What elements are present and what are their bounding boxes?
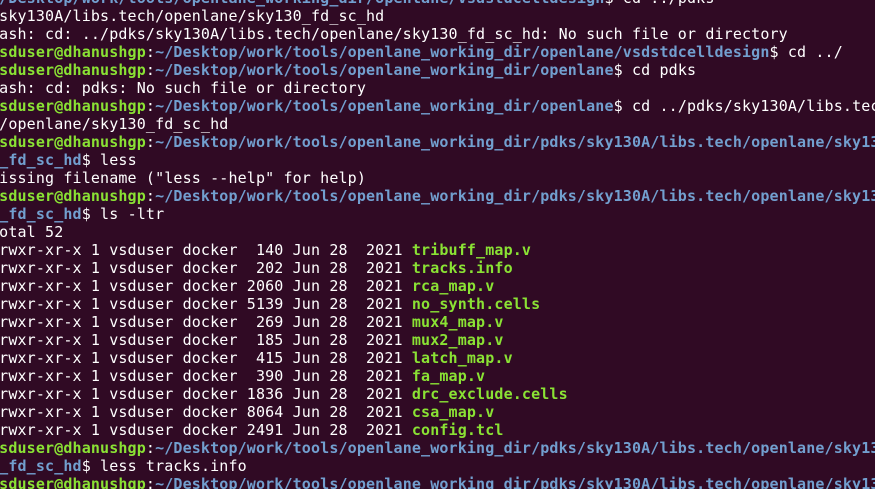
prompt-line: vsduser@dhanushgp:~/Desktop/work/tools/o… — [0, 133, 875, 151]
output-text: h/openlane/sky130_fd_sc_hd — [0, 115, 229, 133]
prompt-path: ~/Desktop/work/tools/openlane_working_di… — [155, 43, 770, 61]
file-listing-row: -rwxr-xr-x 1 vsduser docker 2060 Jun 28 … — [0, 277, 875, 295]
prompt-separator: : — [145, 61, 156, 79]
prompt-line: vsduser@dhanushgp:~/Desktop/work/tools/o… — [0, 187, 875, 205]
file-name: latch_map.v — [411, 349, 513, 367]
prompt-path: 0_fd_sc_hd — [0, 457, 82, 475]
file-metadata: -rwxr-xr-x 1 vsduser docker 2060 Jun 28 … — [0, 277, 412, 295]
prompt-user-host: vsduser@dhanushgp — [0, 43, 146, 61]
file-name: drc_exclude.cells — [411, 385, 568, 403]
output-line: bash: cd: ../pdks/sky130A/libs.tech/open… — [0, 25, 875, 43]
prompt-user-host: vsduser@dhanushgp — [0, 439, 146, 457]
prompt-path: ~/Desktop/work/tools/openlane_working_di… — [155, 475, 875, 489]
file-listing-row: -rwxr-xr-x 1 vsduser docker 140 Jun 28 2… — [0, 241, 875, 259]
output-text: bash: cd: pdks: No such file or director… — [0, 79, 367, 97]
terminal-output: ~/Desktop/work/tools/openlane_working_di… — [0, 0, 875, 489]
prompt-user-host: vsduser@dhanushgp — [0, 475, 146, 489]
file-listing-row: -rwxr-xr-x 1 vsduser docker 5139 Jun 28 … — [0, 295, 875, 313]
file-name: config.tcl — [411, 421, 504, 439]
file-listing-row: -rwxr-xr-x 1 vsduser docker 390 Jun 28 2… — [0, 367, 875, 385]
prompt-line: 0_fd_sc_hd$ less tracks.info — [0, 457, 875, 475]
output-line: total 52 — [0, 223, 875, 241]
file-name: tracks.info — [411, 259, 513, 277]
file-listing-row: -rwxr-xr-x 1 vsduser docker 415 Jun 28 2… — [0, 349, 875, 367]
output-line: Missing filename ("less --help" for help… — [0, 169, 875, 187]
file-metadata: -rwxr-xr-x 1 vsduser docker 8064 Jun 28 … — [0, 403, 412, 421]
prompt-user-host: vsduser@dhanushgp — [0, 133, 146, 151]
output-text: Missing filename ("less --help" for help… — [0, 169, 367, 187]
prompt-separator: : — [145, 439, 156, 457]
file-metadata: -rwxr-xr-x 1 vsduser docker 140 Jun 28 2… — [0, 241, 412, 259]
output-line: bash: cd: pdks: No such file or director… — [0, 79, 875, 97]
prompt-path: ~/Desktop/work/tools/openlane_working_di… — [155, 439, 875, 457]
output-line: h/openlane/sky130_fd_sc_hd — [0, 115, 875, 133]
output-text: /sky130A/libs.tech/openlane/sky130_fd_sc… — [0, 7, 385, 25]
prompt-path: ~/Desktop/work/tools/openlane_working_di… — [0, 0, 604, 7]
output-text: total 52 — [0, 223, 64, 241]
file-metadata: -rwxr-xr-x 1 vsduser docker 202 Jun 28 2… — [0, 259, 412, 277]
prompt-line: vsduser@dhanushgp:~/Desktop/work/tools/o… — [0, 61, 875, 79]
prompt-user-host: vsduser@dhanushgp — [0, 61, 146, 79]
prompt-separator: : — [145, 97, 156, 115]
file-listing-row: -rwxr-xr-x 1 vsduser docker 1836 Jun 28 … — [0, 385, 875, 403]
prompt-user-host: vsduser@dhanushgp — [0, 97, 146, 115]
file-name: tribuff_map.v — [411, 241, 532, 259]
prompt-separator: : — [145, 475, 156, 489]
file-name: csa_map.v — [411, 403, 495, 421]
command-text: $ cd pdks — [613, 61, 697, 79]
file-name: no_synth.cells — [411, 295, 541, 313]
prompt-path: ~/Desktop/work/tools/openlane_working_di… — [155, 97, 614, 115]
file-listing-row: -rwxr-xr-x 1 vsduser docker 2491 Jun 28 … — [0, 421, 875, 439]
prompt-line: vsduser@dhanushgp:~/Desktop/work/tools/o… — [0, 43, 875, 61]
output-text: bash: cd: ../pdks/sky130A/libs.tech/open… — [0, 25, 788, 43]
file-metadata: -rwxr-xr-x 1 vsduser docker 185 Jun 28 2… — [0, 331, 412, 349]
command-text: $ cd ../ — [769, 43, 843, 61]
output-line: /sky130A/libs.tech/openlane/sky130_fd_sc… — [0, 7, 875, 25]
prompt-line: ~/Desktop/work/tools/openlane_working_di… — [0, 0, 875, 7]
file-listing-row: -rwxr-xr-x 1 vsduser docker 8064 Jun 28 … — [0, 403, 875, 421]
command-text: $ cd ../pdks/sky130A/libs.tec — [613, 97, 875, 115]
command-text: $ ls -ltr — [81, 205, 165, 223]
file-listing-row: -rwxr-xr-x 1 vsduser docker 202 Jun 28 2… — [0, 259, 875, 277]
prompt-user-host: vsduser@dhanushgp — [0, 187, 146, 205]
file-name: mux2_map.v — [411, 331, 504, 349]
prompt-line: 0_fd_sc_hd$ ls -ltr — [0, 205, 875, 223]
prompt-path: 0_fd_sc_hd — [0, 151, 82, 169]
file-metadata: -rwxr-xr-x 1 vsduser docker 415 Jun 28 2… — [0, 349, 412, 367]
prompt-path: 0_fd_sc_hd — [0, 205, 82, 223]
command-text: $ less — [81, 151, 137, 169]
file-name: rca_map.v — [411, 277, 495, 295]
file-metadata: -rwxr-xr-x 1 vsduser docker 390 Jun 28 2… — [0, 367, 412, 385]
command-text: $ cd ../pdks — [604, 0, 714, 7]
file-metadata: -rwxr-xr-x 1 vsduser docker 1836 Jun 28 … — [0, 385, 412, 403]
terminal-window[interactable]: ~/Desktop/work/tools/openlane_working_di… — [0, 0, 875, 489]
file-name: fa_map.v — [411, 367, 486, 385]
file-listing-row: -rwxr-xr-x 1 vsduser docker 185 Jun 28 2… — [0, 331, 875, 349]
command-text: $ less tracks.info — [81, 457, 247, 475]
prompt-line: vsduser@dhanushgp:~/Desktop/work/tools/o… — [0, 439, 875, 457]
file-name: mux4_map.v — [411, 313, 504, 331]
prompt-path: ~/Desktop/work/tools/openlane_working_di… — [155, 133, 875, 151]
file-metadata: -rwxr-xr-x 1 vsduser docker 2491 Jun 28 … — [0, 421, 412, 439]
prompt-line: vsduser@dhanushgp:~/Desktop/work/tools/o… — [0, 475, 875, 489]
prompt-path: ~/Desktop/work/tools/openlane_working_di… — [155, 187, 875, 205]
prompt-path: ~/Desktop/work/tools/openlane_working_di… — [155, 61, 614, 79]
prompt-separator: : — [145, 43, 156, 61]
prompt-line: vsduser@dhanushgp:~/Desktop/work/tools/o… — [0, 97, 875, 115]
prompt-separator: : — [145, 187, 156, 205]
prompt-separator: : — [145, 133, 156, 151]
file-metadata: -rwxr-xr-x 1 vsduser docker 269 Jun 28 2… — [0, 313, 412, 331]
file-metadata: -rwxr-xr-x 1 vsduser docker 5139 Jun 28 … — [0, 295, 412, 313]
prompt-line: 0_fd_sc_hd$ less — [0, 151, 875, 169]
file-listing-row: -rwxr-xr-x 1 vsduser docker 269 Jun 28 2… — [0, 313, 875, 331]
